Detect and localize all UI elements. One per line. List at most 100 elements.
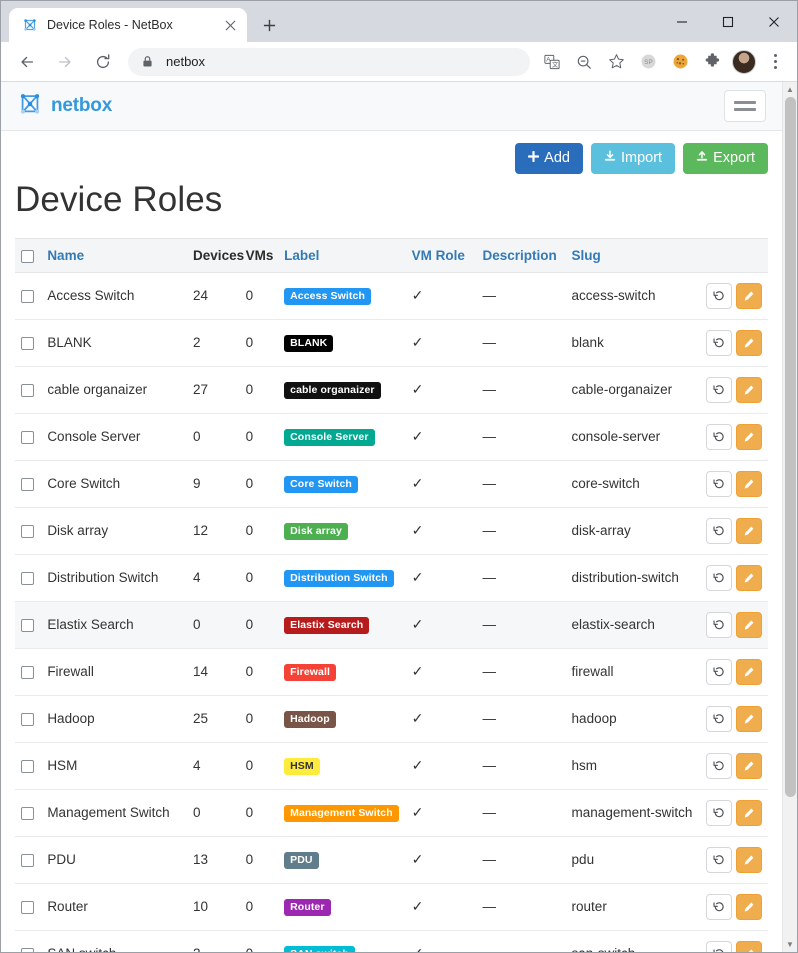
cell-vms-count[interactable]: 0: [239, 601, 279, 649]
scrollbar-thumb[interactable]: [784, 97, 796, 797]
pencil-edit-icon[interactable]: [736, 799, 762, 826]
scrollbar-track[interactable]: [783, 97, 797, 937]
pencil-edit-icon[interactable]: [736, 376, 762, 403]
cell-vms-count[interactable]: 0: [239, 930, 279, 952]
extension-gray-icon[interactable]: SP: [635, 49, 661, 75]
table-row[interactable]: HSM 4 0 HSM ✓ — hsm: [15, 742, 768, 790]
cell-vms-count[interactable]: 0: [239, 742, 279, 790]
add-button[interactable]: Add: [515, 143, 583, 174]
history-revert-icon[interactable]: [706, 517, 732, 544]
cell-devices-count[interactable]: 0: [187, 413, 240, 461]
cell-devices-count[interactable]: 25: [187, 695, 240, 743]
pencil-edit-icon[interactable]: [736, 752, 762, 779]
history-revert-icon[interactable]: [706, 705, 732, 732]
cell-devices-count[interactable]: 4: [187, 742, 240, 790]
row-checkbox[interactable]: [21, 337, 34, 351]
cell-vms-count[interactable]: 0: [239, 507, 279, 555]
history-revert-icon[interactable]: [706, 470, 732, 497]
cell-devices-count[interactable]: 2: [187, 319, 240, 367]
table-row[interactable]: Core Switch 9 0 Core Switch ✓ — core-switch: [15, 460, 768, 508]
history-revert-icon[interactable]: [706, 658, 732, 685]
tab-close-icon[interactable]: [221, 16, 239, 34]
netbox-brand[interactable]: netbox: [17, 91, 112, 122]
pencil-edit-icon[interactable]: [736, 282, 762, 309]
pencil-edit-icon[interactable]: [736, 329, 762, 356]
history-revert-icon[interactable]: [706, 752, 732, 779]
cell-devices-count[interactable]: 12: [187, 507, 240, 555]
pencil-edit-icon[interactable]: [736, 846, 762, 873]
row-checkbox[interactable]: [21, 384, 34, 398]
forward-arrow-icon[interactable]: [50, 47, 80, 77]
history-revert-icon[interactable]: [706, 329, 732, 356]
bookmark-star-icon[interactable]: [603, 49, 629, 75]
pencil-edit-icon[interactable]: [736, 658, 762, 685]
cookie-icon[interactable]: [667, 49, 693, 75]
pencil-edit-icon[interactable]: [736, 893, 762, 920]
column-header-name[interactable]: Name: [41, 237, 188, 273]
history-revert-icon[interactable]: [706, 282, 732, 309]
pencil-edit-icon[interactable]: [736, 705, 762, 732]
import-button[interactable]: Import: [590, 143, 676, 174]
select-all-checkbox[interactable]: [21, 249, 34, 263]
translate-icon[interactable]: A 文: [539, 49, 565, 75]
kebab-menu-icon[interactable]: [762, 49, 788, 75]
column-header-description[interactable]: Description: [476, 237, 566, 273]
cell-devices-count[interactable]: 0: [187, 601, 240, 649]
cell-devices-count[interactable]: 27: [187, 366, 240, 414]
minimize-button[interactable]: [659, 1, 705, 42]
row-checkbox[interactable]: [21, 572, 34, 586]
pencil-edit-icon[interactable]: [736, 564, 762, 591]
table-row[interactable]: Disk array 12 0 Disk array ✓ — disk-array: [15, 507, 768, 555]
pencil-edit-icon[interactable]: [736, 470, 762, 497]
history-revert-icon[interactable]: [706, 611, 732, 638]
table-row[interactable]: Firewall 14 0 Firewall ✓ — firewall: [15, 648, 768, 696]
column-header-label[interactable]: Label: [278, 237, 406, 273]
cell-vms-count[interactable]: 0: [239, 272, 279, 320]
table-row[interactable]: PDU 13 0 PDU ✓ — pdu: [15, 836, 768, 884]
cell-devices-count[interactable]: 9: [187, 460, 240, 508]
row-checkbox[interactable]: [21, 525, 34, 539]
table-row[interactable]: Access Switch 24 0 Access Switch ✓ — access-sw…: [15, 272, 768, 320]
row-checkbox[interactable]: [21, 478, 34, 492]
cell-devices-count[interactable]: 10: [187, 883, 240, 931]
row-checkbox[interactable]: [21, 948, 34, 952]
row-checkbox[interactable]: [21, 854, 34, 868]
cell-devices-count[interactable]: 2: [187, 930, 240, 952]
table-row[interactable]: Distribution Switch 4 0 Distribution Switch…: [15, 554, 768, 602]
cell-vms-count[interactable]: 0: [239, 789, 279, 837]
history-revert-icon[interactable]: [706, 423, 732, 450]
hamburger-menu-icon[interactable]: [724, 90, 766, 122]
cell-devices-count[interactable]: 24: [187, 272, 240, 320]
cell-vms-count[interactable]: 0: [239, 695, 279, 743]
cell-vms-count[interactable]: 0: [239, 413, 279, 461]
history-revert-icon[interactable]: [706, 940, 732, 952]
zoom-out-icon[interactable]: [571, 49, 597, 75]
table-row[interactable]: Console Server 0 0 Console Server ✓ — console-…: [15, 413, 768, 461]
reload-icon[interactable]: [88, 47, 118, 77]
profile-avatar[interactable]: [732, 49, 756, 74]
puzzle-extension-icon[interactable]: [699, 49, 725, 75]
history-revert-icon[interactable]: [706, 893, 732, 920]
browser-tab[interactable]: Device Roles - NetBox: [9, 8, 247, 42]
address-bar[interactable]: netbox: [128, 47, 530, 76]
row-checkbox[interactable]: [21, 760, 34, 774]
history-revert-icon[interactable]: [706, 564, 732, 591]
pencil-edit-icon[interactable]: [736, 423, 762, 450]
export-button[interactable]: Export: [683, 143, 768, 174]
scroll-down-arrow-icon[interactable]: ▼: [783, 937, 798, 952]
table-row[interactable]: SAN switch20SAN switch✓—san-switch: [15, 930, 768, 952]
history-revert-icon[interactable]: [706, 799, 732, 826]
table-row[interactable]: Elastix Search 0 0 Elastix Search ✓ — elastix-…: [15, 601, 768, 649]
cell-vms-count[interactable]: 0: [239, 366, 279, 414]
cell-vms-count[interactable]: 0: [239, 836, 279, 884]
row-checkbox[interactable]: [21, 901, 34, 915]
row-checkbox[interactable]: [21, 431, 34, 445]
page-scrollbar[interactable]: ▲ ▼: [782, 82, 797, 952]
cell-devices-count[interactable]: 4: [187, 554, 240, 602]
row-checkbox[interactable]: [21, 666, 34, 680]
window-close-button[interactable]: [751, 1, 797, 42]
table-row[interactable]: BLANK 2 0 BLANK ✓ — blank: [15, 319, 768, 367]
scroll-up-arrow-icon[interactable]: ▲: [783, 82, 798, 97]
cell-devices-count[interactable]: 0: [187, 789, 240, 837]
column-header-slug[interactable]: Slug: [565, 237, 700, 273]
